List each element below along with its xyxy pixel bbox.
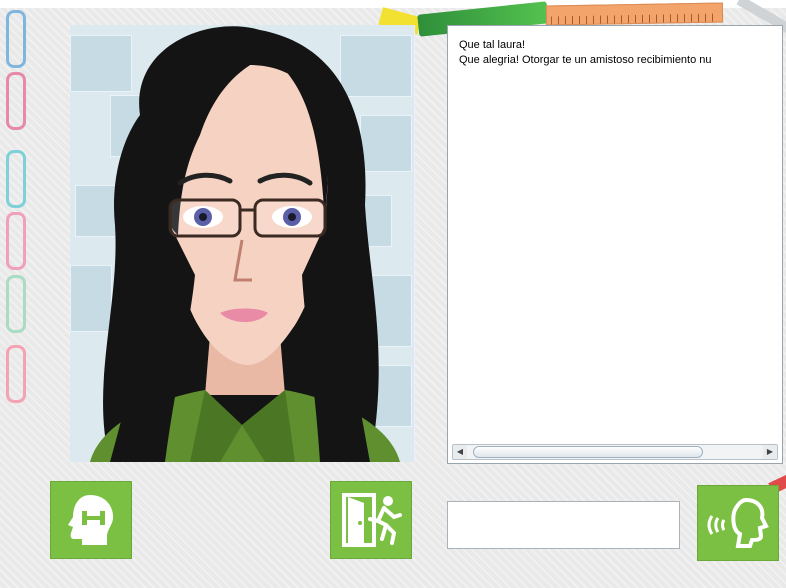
ruler-decoration <box>545 2 724 26</box>
paperclip-icon <box>6 212 26 270</box>
think-button[interactable] <box>50 481 132 559</box>
scroll-thumb[interactable] <box>473 446 703 458</box>
paperclip-icon <box>6 150 26 208</box>
paperclip-icon <box>6 72 26 130</box>
scroll-left-icon[interactable]: ◀ <box>453 445 467 459</box>
chat-log[interactable]: Que tal laura! Que alegria! Otorgar te u… <box>447 25 783 464</box>
chat-message: Que tal laura! <box>459 39 526 51</box>
speak-button[interactable] <box>697 485 779 561</box>
avatar-woman <box>90 26 400 462</box>
chat-message: Que alegria! Otorgar te un amistoso reci… <box>459 54 712 66</box>
paperclip-icon <box>6 10 26 68</box>
scroll-right-icon[interactable]: ▶ <box>763 445 777 459</box>
avatar-panel <box>70 25 415 462</box>
speaking-head-icon <box>707 497 769 548</box>
exit-button[interactable] <box>330 481 412 559</box>
paperclip-icon <box>6 275 26 333</box>
chat-text: Que tal laura! Que alegria! Otorgar te u… <box>459 38 777 444</box>
horizontal-scrollbar[interactable]: ◀ ▶ <box>452 444 778 460</box>
paperclip-icon <box>6 345 26 403</box>
exit-door-icon <box>342 493 402 547</box>
head-brain-icon <box>68 495 114 545</box>
message-input[interactable] <box>447 501 680 549</box>
